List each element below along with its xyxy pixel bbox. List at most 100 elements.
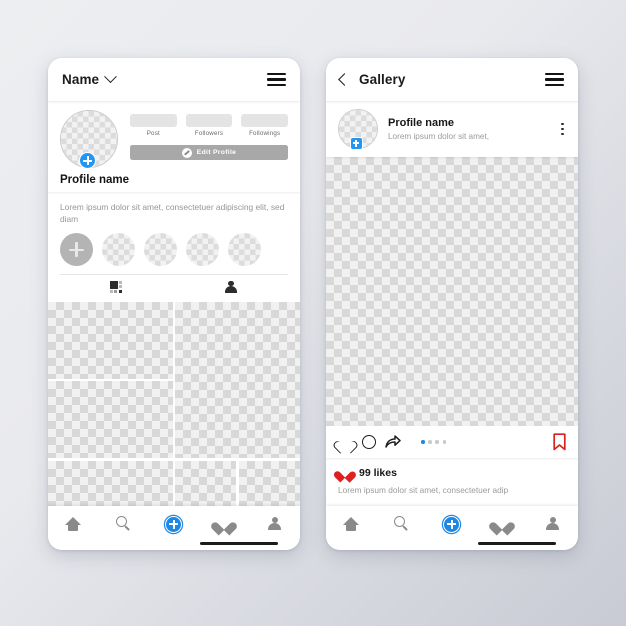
likes-row: 99 likes [338,467,566,479]
nav-create[interactable] [159,513,189,535]
profile-name: Profile name [60,174,130,186]
carousel-pagination [421,440,447,444]
page-title: Name [62,72,100,87]
post-author-name: Profile name [388,117,455,129]
stats-row: Post Followers Followings [130,114,289,137]
stat-label: Post [146,130,160,137]
grid-bottom-pair [175,460,300,506]
highlight-item[interactable] [228,233,261,267]
stat-followers[interactable]: Followers [185,114,233,137]
bookmark-icon [553,433,566,451]
nav-search[interactable] [387,513,417,535]
heart-filled-icon [216,517,232,531]
profile-row: Post Followers Followings Edit Profile [60,110,289,169]
nav-activity[interactable] [209,513,239,535]
edit-profile-button[interactable]: Edit Profile [130,145,288,160]
home-indicator [478,541,556,545]
nav-home[interactable] [58,513,88,535]
nav-profile[interactable] [538,513,568,535]
post-caption: Lorem ipsum dolor sit amet, consectetuer… [338,484,509,495]
hamburger-line [267,72,286,76]
likes-count: 99 likes [359,466,397,479]
post-actions [338,434,401,449]
grid-tile[interactable] [175,301,300,459]
avatar[interactable] [60,110,118,169]
avatar[interactable] [338,109,378,150]
heart-filled-icon [338,467,351,479]
more-vertical-icon[interactable] [559,120,566,139]
stat-value-placeholder [241,114,289,127]
post-author-info: Profile name Lorem ipsum dolor sit amet, [388,117,549,141]
nav-search[interactable] [109,513,139,535]
home-indicator [200,541,278,545]
add-highlight-button[interactable] [60,233,93,267]
highlight-item[interactable] [144,233,177,267]
pagination-dot[interactable] [428,440,432,444]
hamburger-line [545,78,564,81]
highlight-item[interactable] [102,233,135,267]
grid-tile[interactable] [238,460,300,506]
stat-value-placeholder [130,114,177,127]
gallery-back-group[interactable]: Gallery [338,72,406,87]
search-icon [393,516,410,532]
profile-screen-phone: Name Post Followers Followings Edit Prof… [48,58,300,550]
search-icon [115,516,132,532]
home-icon [65,517,82,531]
grid-tile[interactable] [48,381,173,459]
stats-column: Post Followers Followings Edit Profile [118,110,289,160]
highlight-item[interactable] [186,233,219,267]
person-icon [545,517,560,531]
post-author-subtitle: Lorem ipsum dolor sit amet, [388,132,490,141]
nav-create[interactable] [437,513,467,535]
bio-section: Lorem ipsum dolor sit amet, consectetuer… [48,192,300,300]
pagination-dot-active[interactable] [421,440,425,444]
add-story-plus-icon[interactable] [79,152,96,169]
tab-grid[interactable] [60,280,174,294]
profile-summary: Post Followers Followings Edit Profile P… [48,101,300,192]
photo-grid [48,299,300,506]
post-image[interactable] [326,157,578,426]
bookmark-button[interactable] [553,433,566,451]
heart-outline-icon [338,435,353,449]
tab-tagged[interactable] [174,280,288,294]
post-header: Profile name Lorem ipsum dolor sit amet, [326,101,578,157]
hamburger-menu-icon[interactable] [545,72,564,87]
plus-circle-icon [165,515,183,533]
profile-tabs [60,274,288,299]
post-likes-section: 99 likes Lorem ipsum dolor sit amet, con… [326,457,578,506]
chevron-down-icon[interactable] [104,70,118,84]
canvas: Name Post Followers Followings Edit Prof… [0,0,626,626]
comment-button[interactable] [362,434,376,449]
account-switcher[interactable]: Name [62,70,118,87]
nav-home[interactable] [336,513,366,535]
share-arrow-icon [385,435,401,449]
like-button[interactable] [338,435,353,449]
hamburger-line [267,83,286,87]
bottom-navigation [48,506,300,550]
page-title: Gallery [359,72,406,87]
stories-highlights-row [60,233,288,267]
stat-label: Followers [194,130,224,137]
grid-tile[interactable] [48,460,173,506]
nav-profile[interactable] [260,513,290,535]
hamburger-menu-icon[interactable] [267,72,286,87]
grid-tile[interactable] [175,460,237,506]
pagination-dot[interactable] [442,440,447,444]
share-button[interactable] [385,435,401,449]
nav-activity[interactable] [487,513,517,535]
person-icon [224,280,238,294]
person-icon [267,517,282,531]
chevron-left-icon[interactable] [338,73,351,86]
gallery-topbar: Gallery [326,58,578,101]
comment-bubble-icon [362,434,376,449]
hamburger-line [545,72,564,76]
grid-tile[interactable] [48,301,173,379]
profile-topbar: Name [48,58,300,101]
home-icon [343,517,360,531]
stat-post[interactable]: Post [130,114,177,137]
edit-profile-label: Edit Profile [196,149,237,156]
hamburger-line [545,83,564,87]
pagination-dot[interactable] [435,440,439,444]
stat-followings[interactable]: Followings [241,114,289,137]
add-plus-icon[interactable] [350,137,363,150]
